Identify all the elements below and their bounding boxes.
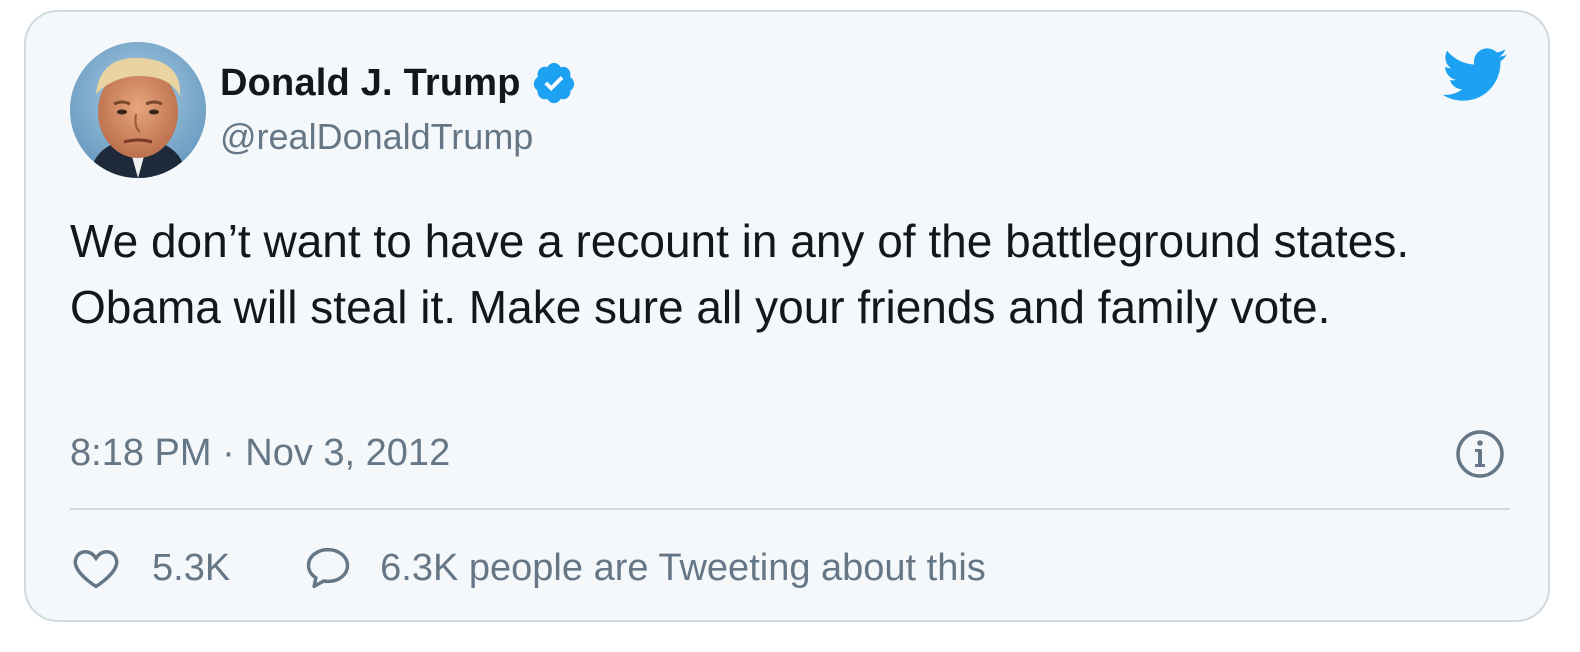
author-display-name[interactable]: Donald J. Trump [220, 62, 521, 105]
tweeting-about-link[interactable]: 6.3K people are Tweeting about this [380, 547, 986, 590]
speech-bubble-icon[interactable] [302, 542, 354, 594]
like-count[interactable]: 5.3K [152, 547, 230, 590]
info-icon[interactable] [1454, 428, 1506, 480]
divider [70, 508, 1510, 510]
tweet-timestamp[interactable]: 8:18 PM · Nov 3, 2012 [70, 432, 450, 475]
author-handle[interactable]: @realDonaldTrump [220, 116, 533, 158]
avatar[interactable] [70, 42, 206, 178]
heart-icon[interactable] [70, 542, 122, 594]
tweet-card: Donald J. Trump @realDonaldTrump We don’… [24, 10, 1550, 622]
engagement-bar: 5.3K 6.3K people are Tweeting about this [70, 542, 986, 594]
verified-badge-icon [531, 60, 577, 106]
twitter-bird-icon[interactable] [1440, 46, 1508, 106]
author-name-row: Donald J. Trump [220, 60, 577, 106]
tweet-text: We don’t want to have a recount in any o… [70, 215, 1410, 333]
